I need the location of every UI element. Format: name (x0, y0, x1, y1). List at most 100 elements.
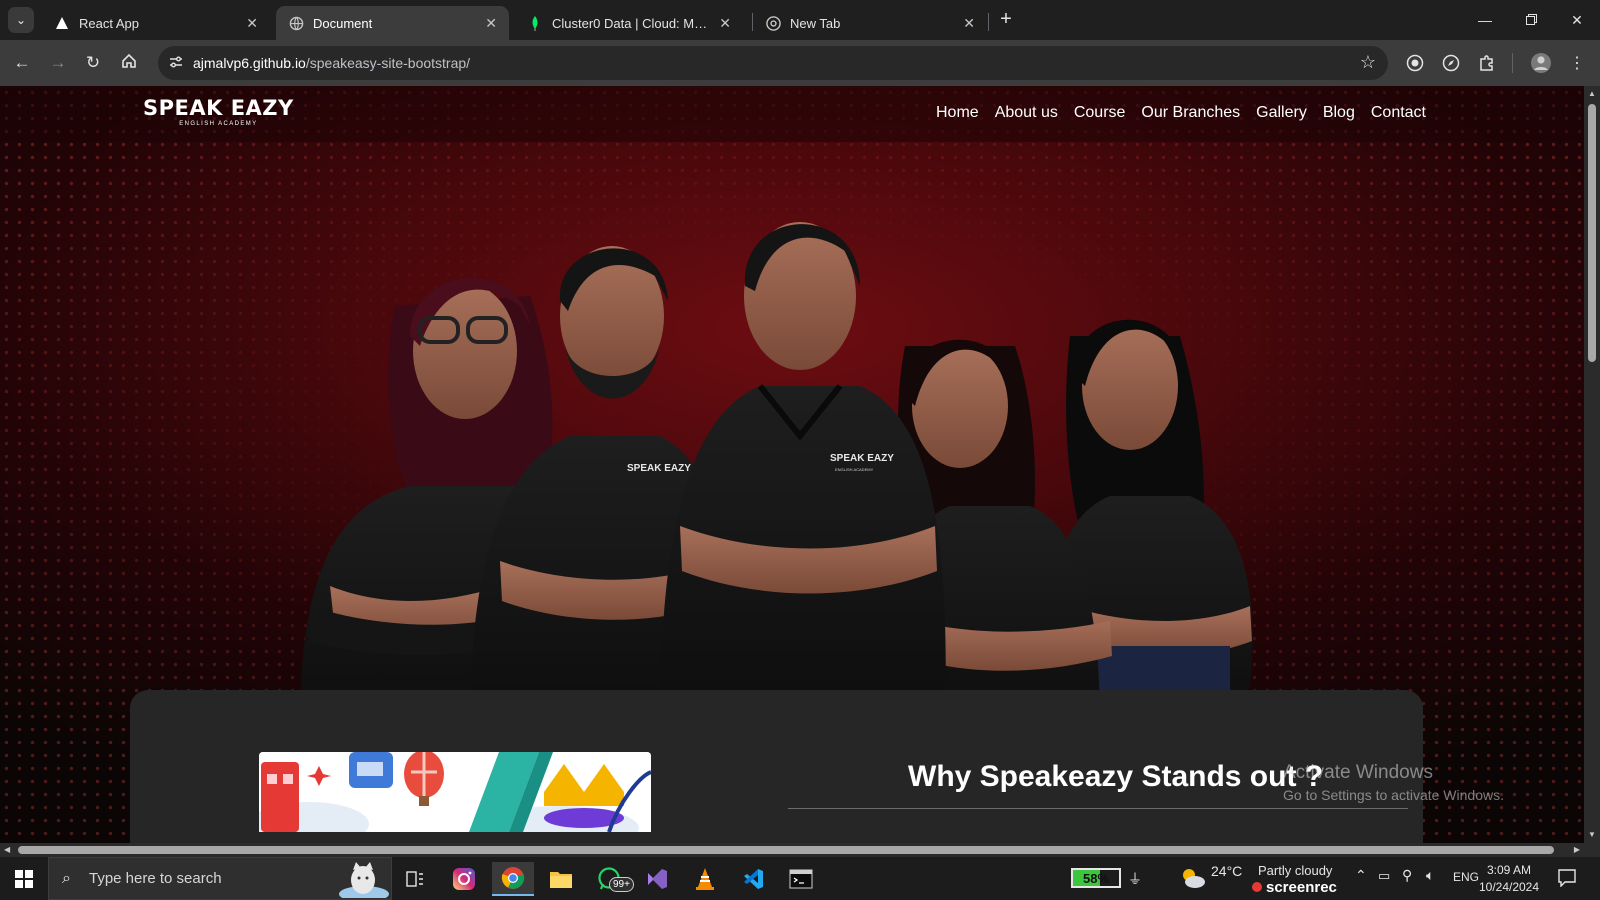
speaker-icon[interactable]: 🔈︎ (1426, 867, 1434, 884)
close-icon: ✕ (1571, 11, 1583, 28)
tab-document[interactable]: Document ✕ (276, 6, 509, 40)
nav-course[interactable]: Course (1074, 104, 1126, 122)
nav-blog[interactable]: Blog (1323, 104, 1355, 122)
tab-mongodb[interactable]: Cluster0 Data | Cloud: MongoDB ✕ (515, 6, 743, 40)
start-button[interactable] (0, 857, 48, 900)
address-bar[interactable]: ajmalvp6.github.io/speakeasy-site-bootst… (158, 46, 1388, 80)
more-vertical-icon: ⋮ (1569, 55, 1585, 72)
site-navbar: SPEAK EAZY ENGLISH ACADEMY Home About us… (0, 86, 1584, 142)
scroll-left-arrow-icon[interactable]: ◀ (4, 845, 10, 854)
taskbar-search-box[interactable]: ⌕ Type here to search (48, 857, 392, 900)
network-icon[interactable]: ⚲ (1402, 867, 1412, 884)
temperature[interactable]: 24°C (1211, 863, 1242, 879)
windows-logo-icon (15, 869, 33, 888)
taskbar-vlc[interactable] (684, 862, 726, 896)
nav-home[interactable]: Home (936, 104, 979, 122)
nav-about-us[interactable]: About us (995, 104, 1058, 122)
taskbar-instagram[interactable] (443, 862, 485, 896)
watermark-line-1: Activate Windows (1283, 762, 1433, 783)
logo-subtext: ENGLISH ACADEMY (179, 121, 258, 127)
close-window-button[interactable]: ✕ (1554, 0, 1600, 40)
weather-condition[interactable]: Partly cloudy (1258, 863, 1332, 878)
puzzle-icon (1480, 55, 1493, 71)
extension-compass-button[interactable] (1440, 52, 1462, 74)
nav-our-branches[interactable]: Our Branches (1141, 104, 1240, 122)
nav-gallery[interactable]: Gallery (1256, 104, 1307, 122)
minimize-icon: — (1478, 12, 1492, 28)
close-icon[interactable]: ✕ (719, 15, 731, 32)
back-button[interactable]: ← (9, 50, 35, 76)
task-view-button[interactable] (394, 862, 436, 896)
restore-button[interactable] (1508, 0, 1554, 40)
tab-react-app[interactable]: React App ✕ (42, 6, 270, 40)
tab-label: Document (313, 15, 373, 31)
react-icon (54, 15, 70, 31)
site-menu: Home About us Course Our Branches Galler… (936, 104, 1426, 122)
record-dot-icon (1252, 882, 1262, 892)
title-underline (788, 808, 1408, 809)
notification-center-icon[interactable] (1558, 869, 1576, 887)
tab-separator (988, 13, 989, 31)
new-tab-button[interactable]: + (994, 8, 1018, 32)
nav-contact[interactable]: Contact (1371, 104, 1426, 122)
terminal-icon (789, 869, 813, 889)
bookmark-star-icon[interactable]: ☆ (1360, 52, 1376, 73)
logo-text: SPEAK EAZY (143, 96, 294, 120)
reload-button[interactable]: ↻ (80, 50, 106, 76)
horizontal-scrollbar[interactable]: ◀ ▶ (0, 843, 1584, 857)
site-settings-icon[interactable] (168, 54, 186, 72)
taskbar-vscode[interactable] (732, 862, 774, 896)
horizontal-scroll-thumb[interactable] (18, 846, 1554, 854)
url-text: ajmalvp6.github.io/speakeasy-site-bootst… (193, 55, 470, 71)
profile-button[interactable] (1530, 52, 1552, 74)
taskbar-visual-studio[interactable] (636, 862, 678, 896)
weather-partly-cloudy-icon[interactable] (1180, 866, 1206, 890)
taskbar-chrome[interactable] (492, 862, 534, 896)
vlc-cone-icon (696, 868, 714, 890)
extensions-button[interactable] (1476, 52, 1498, 74)
scroll-right-arrow-icon[interactable]: ▶ (1574, 845, 1580, 854)
tab-label: React App (79, 15, 139, 31)
tab-search-button[interactable]: ⌄ (8, 7, 34, 33)
clock-time: 3:09 AM (1486, 863, 1532, 877)
reload-icon: ↻ (85, 53, 101, 72)
tab-new-tab[interactable]: New Tab ✕ (753, 6, 987, 40)
url-path: /speakeasy-site-bootstrap/ (305, 55, 471, 71)
why-section-card: Why Speakeazy Stands out ? (130, 690, 1423, 843)
clock[interactable]: 3:09 AM 10/24/2024 (1474, 862, 1544, 896)
folder-icon (550, 872, 572, 888)
scrollbar-corner (1584, 843, 1600, 857)
close-icon[interactable]: ✕ (963, 15, 975, 32)
vertical-scrollbar[interactable]: ▲ ▼ (1584, 86, 1600, 843)
forward-button[interactable]: → (45, 50, 71, 76)
site-logo[interactable]: SPEAK EAZY ENGLISH ACADEMY (143, 96, 294, 127)
url-host: ajmalvp6.github.io (193, 55, 306, 71)
show-hidden-icons-chevron-up-icon[interactable]: ⌃ (1355, 867, 1367, 884)
battery-indicator[interactable]: 58% (1071, 868, 1121, 888)
vscode-icon (744, 869, 763, 889)
chrome-icon (501, 867, 525, 889)
page-viewport: SPEAK EAZY SPEAK EAZY ENGLISH ACADEMY SP… (0, 86, 1584, 843)
mongodb-leaf-icon (527, 15, 543, 31)
taskbar-terminal[interactable] (780, 862, 822, 896)
team-photo: SPEAK EAZY SPEAK EAZY ENGLISH ACADEMY (300, 222, 1253, 726)
shirt-logo: SPEAK EAZY (627, 463, 691, 474)
scroll-down-arrow-icon[interactable]: ▼ (1587, 830, 1597, 840)
close-icon[interactable]: ✕ (485, 15, 497, 32)
battery-percent: 58% (1082, 871, 1110, 886)
browser-menu-button[interactable]: ⋮ (1566, 52, 1588, 74)
vertical-scroll-thumb[interactable] (1588, 104, 1596, 362)
plug-icon: ⏚ (1128, 871, 1142, 887)
watermark-line-2: Go to Settings to activate Windows. (1283, 787, 1504, 803)
avatar (1531, 53, 1551, 73)
extension-record-button[interactable] (1404, 52, 1426, 74)
windows-taskbar: ⌕ Type here to search 99+ 58% ⏚ 24°C Par… (0, 857, 1600, 900)
home-button[interactable] (116, 50, 142, 76)
minimize-button[interactable]: — (1462, 0, 1508, 40)
tab-label: New Tab (790, 15, 841, 31)
taskbar-file-explorer[interactable] (540, 862, 582, 896)
scroll-up-arrow-icon[interactable]: ▲ (1587, 89, 1597, 99)
close-icon[interactable]: ✕ (246, 15, 258, 32)
power-icon[interactable]: ▭ (1378, 868, 1390, 884)
search-placeholder: Type here to search (89, 870, 222, 887)
